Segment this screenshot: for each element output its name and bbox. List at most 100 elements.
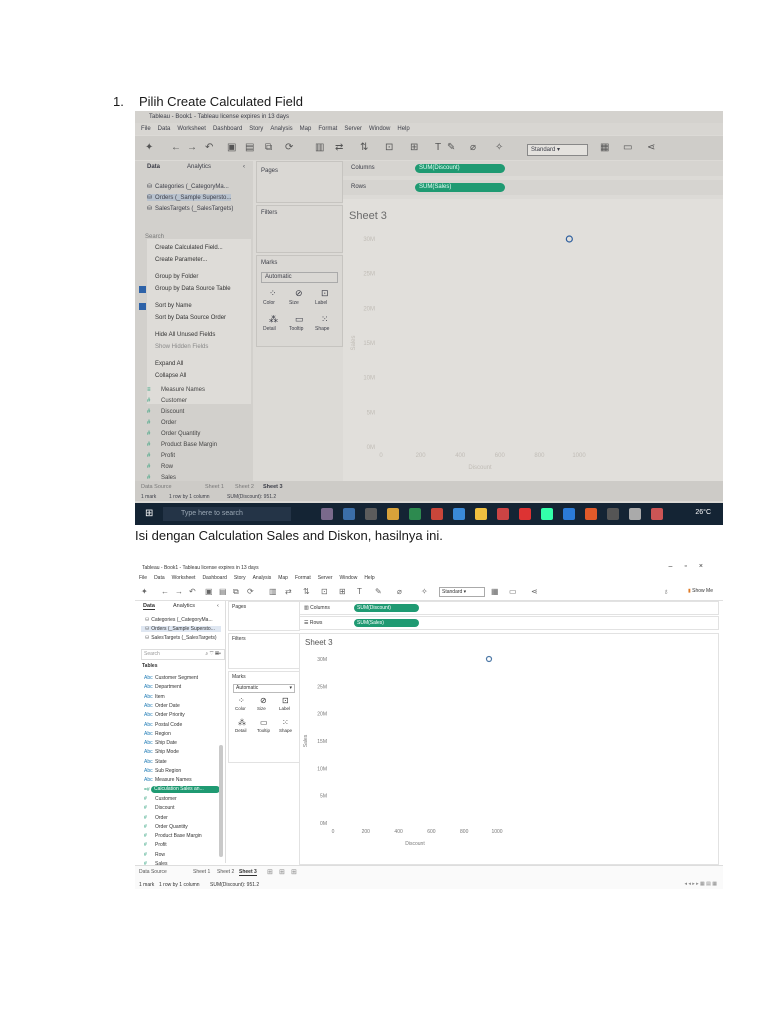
taskbar-app-icon[interactable] — [629, 508, 641, 520]
taskbar-app-icon[interactable] — [409, 508, 421, 520]
new-sheet-icon[interactable]: ⊞ — [267, 868, 273, 876]
context-menu-item[interactable]: Collapse All — [155, 373, 186, 379]
fit-dropdown[interactable]: Standard ▾ — [527, 144, 588, 156]
paperclip-icon[interactable]: ⌀ — [397, 587, 402, 596]
refresh-icon[interactable]: ⟳ — [247, 587, 254, 596]
save-icon[interactable]: ▣ — [227, 142, 236, 153]
menu-item-map[interactable]: Map — [278, 575, 288, 581]
taskbar-app-icon[interactable] — [365, 508, 377, 520]
field-item[interactable]: Product Base Margin — [155, 833, 202, 839]
field-item[interactable]: Department — [155, 684, 181, 690]
menu-item-server[interactable]: Server — [318, 575, 333, 581]
marks-button-label[interactable]: Label — [315, 300, 327, 306]
sheet-tab[interactable]: Sheet 3 — [239, 869, 257, 876]
menu-item-format[interactable]: Format — [318, 126, 337, 132]
menu-item-file[interactable]: File — [141, 126, 151, 132]
group-icon[interactable]: ⊞ — [339, 587, 346, 596]
menu-item-window[interactable]: Window — [340, 575, 358, 581]
detail-icon[interactable]: ⁂ — [269, 314, 278, 325]
sort-icon[interactable]: ⇅ — [360, 142, 368, 153]
taskbar-app-icon[interactable] — [387, 508, 399, 520]
refresh-icon[interactable]: ⟳ — [285, 142, 293, 153]
show-me-button[interactable]: ▮ Show Me — [688, 588, 713, 594]
taskbar-search[interactable]: Type here to search — [163, 507, 291, 521]
save-icon[interactable]: ▣ — [205, 587, 213, 596]
device-icon[interactable]: ▭ — [509, 587, 517, 596]
shape-icon[interactable]: ⁙ — [282, 718, 289, 727]
forward-icon[interactable]: → — [187, 142, 197, 153]
sheet-tab[interactable]: Sheet 2 — [235, 484, 254, 490]
swap-icon[interactable]: ⇄ — [335, 142, 343, 153]
sheet-tab[interactable]: Sheet 1 — [193, 869, 210, 875]
data-source-item[interactable]: ⛁ SalesTargets (_SalesTargets) — [145, 635, 217, 641]
search-input[interactable]: Search ⌕ ▽ ▤▾ — [141, 649, 225, 660]
tooltip-icon[interactable]: ▭ — [260, 718, 268, 727]
rows-pill[interactable]: SUM(Sales) — [354, 619, 419, 627]
menu-item-data[interactable]: Data — [158, 126, 171, 132]
context-menu-item[interactable]: Show Hidden Fields — [155, 344, 208, 350]
context-menu-item[interactable]: Hide All Unused Fields — [155, 332, 215, 338]
taskbar-app-icon[interactable] — [431, 508, 443, 520]
duplicate-icon[interactable]: ⧉ — [233, 587, 239, 597]
label-icon[interactable]: ⊡ — [321, 288, 329, 299]
field-item[interactable]: Order Quantity — [161, 431, 200, 437]
field-item[interactable]: Order — [155, 815, 168, 821]
label-icon[interactable]: T — [357, 587, 362, 596]
context-menu-item[interactable]: Group by Folder — [155, 274, 198, 280]
context-menu-item[interactable]: Sort by Name — [155, 303, 192, 309]
sheet-tab[interactable]: Data Source — [141, 484, 172, 490]
data-source-item[interactable]: ⛁ Categories (_CategoryMa... — [145, 617, 213, 623]
detail-icon[interactable]: ⁂ — [238, 718, 246, 727]
field-item[interactable]: Ship Mode — [155, 749, 179, 755]
sheet-nav-icons[interactable]: ◂ ◂ ▸ ▸ ▦ ▤ ▦ — [684, 881, 717, 887]
menu-item-dashboard[interactable]: Dashboard — [213, 126, 242, 132]
data-source-item[interactable]: ⛁ Categories (_CategoryMa... — [147, 183, 229, 190]
field-item[interactable]: Discount — [161, 409, 184, 415]
chart-icon[interactable]: ▥ — [269, 587, 277, 596]
field-item[interactable]: Profit — [161, 453, 175, 459]
marks-button-tooltip[interactable]: Tooltip — [289, 326, 303, 332]
tab-analytics[interactable]: Analytics — [187, 164, 211, 170]
columns-pill[interactable]: SUM(Discount) — [354, 604, 419, 612]
field-item[interactable]: Product Base Margin — [161, 442, 217, 448]
field-item[interactable]: Ship Date — [155, 740, 177, 746]
share-icon[interactable]: ⋖ — [531, 587, 538, 596]
presentation-icon[interactable]: ▦ — [491, 587, 499, 596]
field-item[interactable]: Profit — [155, 842, 167, 848]
size-icon[interactable]: ⊘ — [260, 696, 267, 705]
marks-button-label[interactable]: Label — [279, 706, 290, 711]
taskbar-app-icon[interactable] — [343, 508, 355, 520]
taskbar-app-icon[interactable] — [563, 508, 575, 520]
taskbar-app-icon[interactable] — [497, 508, 509, 520]
taskbar-app-icon[interactable] — [475, 508, 487, 520]
taskbar-app-icon[interactable] — [651, 508, 663, 520]
pen-icon[interactable]: ✎ — [447, 142, 455, 153]
taskbar-app-icon[interactable] — [541, 508, 553, 520]
field-item[interactable]: Row — [161, 464, 173, 470]
pin-icon[interactable]: ✧ — [495, 142, 503, 153]
device-icon[interactable]: ▭ — [623, 142, 632, 153]
context-menu-item[interactable]: Group by Data Source Table — [155, 286, 231, 292]
highlight-icon[interactable]: ⊡ — [321, 587, 328, 596]
fit-dropdown[interactable]: Standard ▾ — [439, 587, 485, 597]
new-sheet-icon[interactable]: ▤ — [245, 142, 254, 153]
data-source-item[interactable]: ⛁ Orders (_Sample Supersto... — [141, 626, 221, 632]
sort-icon[interactable]: ⇅ — [303, 587, 310, 596]
share-icon[interactable]: ⋖ — [647, 142, 655, 153]
sheet-tab[interactable]: Sheet 1 — [205, 484, 224, 490]
marks-type-dropdown[interactable]: Automatic — [261, 272, 338, 283]
group-icon[interactable]: ⊞ — [410, 142, 418, 153]
back-icon[interactable]: ← — [171, 142, 181, 153]
menu-item-story[interactable]: Story — [249, 126, 263, 132]
field-item[interactable]: Customer — [155, 796, 177, 802]
menu-item-story[interactable]: Story — [234, 575, 246, 581]
highlight-icon[interactable]: ⊡ — [385, 142, 393, 153]
menu-item-worksheet[interactable]: Worksheet — [172, 575, 196, 581]
collapse-icon[interactable]: ‹ — [243, 164, 245, 170]
taskbar-app-icon[interactable] — [453, 508, 465, 520]
sheet-tab[interactable]: Sheet 2 — [217, 869, 234, 875]
data-source-item[interactable]: ⛁ Orders (_Sample Supersto... — [147, 194, 232, 201]
taskbar-app-icon[interactable] — [607, 508, 619, 520]
label-icon[interactable]: ⊡ — [282, 696, 289, 705]
field-item[interactable]: Order Priority — [155, 712, 185, 718]
